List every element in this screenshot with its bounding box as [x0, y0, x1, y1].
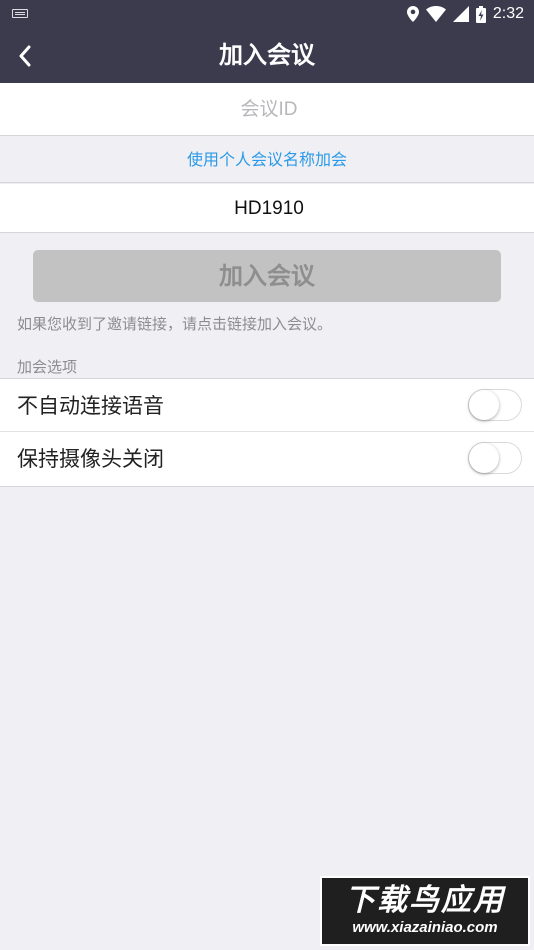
- page-title: 加入会议: [219, 41, 315, 69]
- join-meeting-button[interactable]: 加入会议: [33, 250, 501, 302]
- camera-off-toggle[interactable]: [468, 442, 522, 474]
- display-name-input[interactable]: [0, 184, 534, 234]
- watermark-logo: 下载鸟应用 www.xiazainiao.com: [320, 876, 530, 946]
- option-row-no-audio[interactable]: 不自动连接语音: [0, 378, 534, 432]
- keyboard-icon: [12, 9, 28, 18]
- status-bar: 2:32: [0, 0, 534, 28]
- watermark-title: 下载鸟应用: [345, 883, 505, 918]
- nav-bar: 加入会议: [0, 28, 534, 83]
- personal-meeting-name-link[interactable]: 使用个人会议名称加会: [0, 136, 534, 183]
- battery-charging-icon: [475, 5, 486, 23]
- back-button[interactable]: [0, 28, 50, 83]
- toggle-knob: [469, 390, 499, 420]
- location-icon: [406, 6, 419, 22]
- wifi-icon: [425, 6, 446, 22]
- option-label: 保持摄像头关闭: [17, 447, 164, 471]
- watermark-url: www.xiazainiao.com: [352, 919, 498, 936]
- option-row-camera-off[interactable]: 保持摄像头关闭: [0, 432, 534, 487]
- option-label: 不自动连接语音: [17, 394, 164, 418]
- display-name-field: [0, 184, 534, 234]
- chevron-left-icon: [19, 45, 31, 66]
- join-options-label: 加会选项: [17, 358, 78, 376]
- signal-icon: [452, 6, 469, 22]
- toggle-knob: [469, 443, 499, 473]
- meeting-id-input[interactable]: [0, 83, 534, 137]
- clock: 2:32: [492, 5, 524, 22]
- invite-link-hint: 如果您收到了邀请链接，请点击链接加入会议。: [17, 315, 333, 333]
- meeting-id-field: [0, 83, 534, 137]
- status-icons: 2:32: [406, 0, 524, 28]
- no-audio-toggle[interactable]: [468, 389, 522, 421]
